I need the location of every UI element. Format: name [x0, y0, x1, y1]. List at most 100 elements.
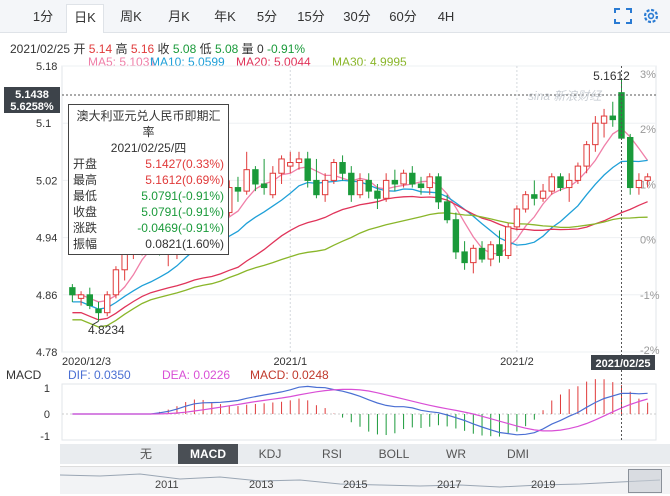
candle	[313, 158, 320, 199]
tooltip-label: 收盘	[73, 205, 98, 219]
candle	[321, 173, 329, 202]
candle	[478, 241, 486, 263]
candle	[504, 223, 512, 260]
macd-label: MACD	[6, 368, 42, 382]
max-price-annotation: 5.1612	[593, 69, 630, 83]
x-tick-label: 2021/1	[273, 356, 307, 368]
candle	[600, 108, 608, 138]
candle	[365, 173, 372, 199]
candle	[330, 158, 338, 184]
pct-tick-label: 0%	[640, 235, 656, 247]
tooltip-value: 5.1612(0.69%)	[145, 173, 224, 187]
candle	[104, 291, 111, 317]
candle	[77, 291, 85, 306]
candle	[348, 166, 355, 202]
timeline-navigator[interactable]: 2011 2013 2015 2017 2019	[60, 466, 670, 494]
candle	[522, 191, 529, 213]
price-tooltip: 澳大利亚元兑人民币即期汇率 2021/02/25/四 开盘 5.1427(0.33…	[68, 104, 229, 255]
tooltip-row-amplitude: 振幅 0.0821(1.60%)	[73, 236, 224, 252]
candle	[269, 166, 277, 199]
candle	[487, 241, 494, 267]
timeline-year: 2015	[343, 479, 368, 491]
timeline-year: 2017	[437, 479, 462, 491]
tooltip-value: 0.0821(1.60%)	[145, 237, 224, 251]
candle	[513, 205, 521, 231]
timeline-range-handle[interactable]	[628, 469, 662, 493]
timeline-year: 2019	[531, 479, 556, 491]
tooltip-label: 最低	[73, 189, 98, 203]
x-tick-label: 2021/2	[500, 356, 534, 368]
tooltip-row-low: 最低 5.0791(-0.91%)	[73, 188, 224, 204]
candle	[452, 212, 460, 260]
candle	[69, 284, 76, 302]
candle	[287, 151, 294, 174]
candle	[339, 155, 346, 181]
y-tick-label: 5.02	[36, 175, 57, 187]
tooltip-label: 开盘	[73, 157, 98, 171]
candle	[618, 79, 625, 139]
timeline-year: 2013	[249, 479, 274, 491]
timeline-year: 2011	[155, 479, 179, 491]
tooltip-row-change: 涨跌 -0.0469(-0.91%)	[73, 220, 224, 236]
macd-frame	[61, 383, 657, 441]
candle	[539, 183, 547, 202]
y-tick-label: 4.86	[36, 290, 57, 302]
y-tick-label: 4.78	[36, 347, 57, 359]
macd-tick-label: -1	[40, 431, 50, 443]
dif-line	[72, 385, 648, 436]
macd-dif: DIF: 0.0350	[68, 368, 131, 382]
candle	[295, 151, 303, 170]
tooltip-value: -0.0469(-0.91%)	[137, 221, 224, 235]
crosshair-pct: 5.6258%	[10, 101, 54, 113]
y-tick-label: 4.94	[36, 233, 57, 245]
candle	[243, 151, 250, 195]
indicator-tab-wr[interactable]: WR	[426, 444, 486, 464]
candle	[382, 173, 390, 202]
candle	[435, 173, 442, 209]
tooltip-label: 涨跌	[73, 221, 98, 235]
candle	[565, 173, 573, 202]
min-price-annotation: 4.8234	[88, 323, 125, 337]
tooltip-value: 5.0791(-0.91%)	[141, 205, 224, 219]
indicator-tab-dmi[interactable]: DMI	[488, 444, 548, 464]
pct-tick-label: 3%	[640, 69, 656, 81]
candle	[356, 173, 364, 199]
candle	[627, 133, 634, 195]
crosshair-price: 5.1438	[15, 89, 49, 101]
crosshair-date: 2021/02/25	[595, 358, 650, 370]
candle	[86, 287, 93, 310]
sina-watermark: sina 新浪财经	[528, 89, 603, 103]
candle	[592, 116, 599, 152]
macd-value: MACD: 0.0248	[250, 368, 329, 382]
y-tick-label: 5.18	[36, 61, 57, 73]
candle	[635, 173, 643, 195]
pct-tick-label: -1%	[640, 290, 660, 302]
candle	[574, 162, 582, 184]
x-tick-label: 2020/12/3	[62, 356, 111, 368]
tooltip-value: 5.1427(0.33%)	[145, 157, 224, 171]
tooltip-label: 振幅	[73, 237, 98, 251]
indicator-tab-kdj[interactable]: KDJ	[240, 444, 300, 464]
candle	[470, 244, 477, 274]
candle	[461, 241, 468, 270]
indicator-tab-rsi[interactable]: RSI	[302, 444, 362, 464]
tooltip-row-close: 收盘 5.0791(-0.91%)	[73, 204, 224, 220]
macd-tick-label: 1	[44, 383, 50, 395]
candle	[409, 166, 416, 188]
candle	[496, 230, 503, 263]
indicator-tab-boll[interactable]: BOLL	[364, 444, 424, 464]
candle	[112, 266, 120, 299]
candle	[278, 155, 285, 184]
tooltip-value: 5.0791(-0.91%)	[141, 189, 224, 203]
tooltip-title: 澳大利亚元兑人民币即期汇率	[76, 109, 221, 139]
pct-tick-label: 2%	[640, 124, 656, 136]
macd-dea: DEA: 0.0226	[162, 368, 230, 382]
candle	[531, 180, 538, 206]
tooltip-date: 2021/02/25/四	[110, 141, 187, 155]
indicator-tab-macd[interactable]: MACD	[178, 444, 238, 464]
indicator-tab-none[interactable]: 无	[116, 444, 176, 464]
tooltip-row-high: 最高 5.1612(0.69%)	[73, 172, 224, 188]
tooltip-row-open: 开盘 5.1427(0.33%)	[73, 156, 224, 172]
candle	[260, 158, 268, 195]
y-tick-label: 5.1	[36, 118, 51, 130]
